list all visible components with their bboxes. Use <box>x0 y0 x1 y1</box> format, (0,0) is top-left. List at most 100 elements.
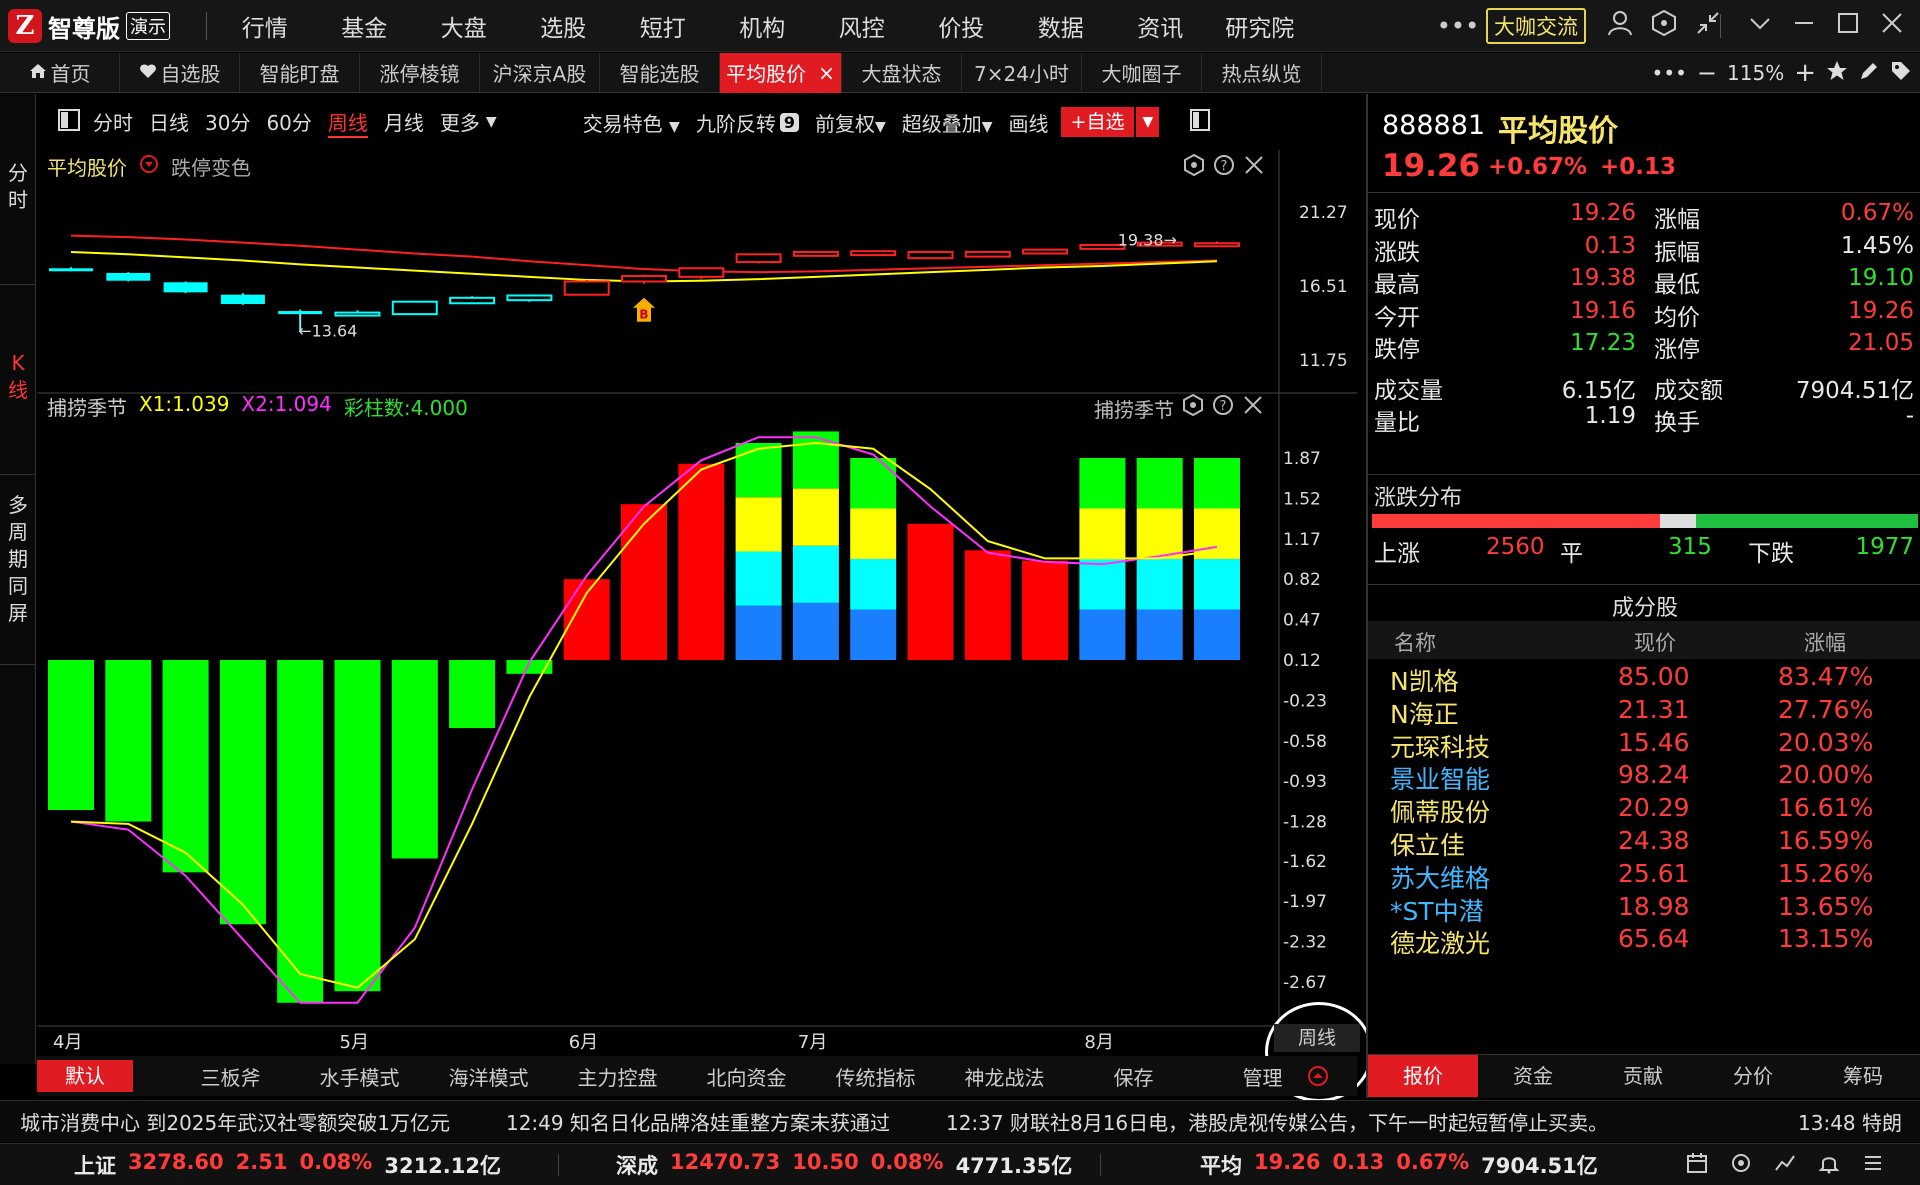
tab-item[interactable]: 自选股 <box>120 52 240 93</box>
nine-reversal-button[interactable]: 九阶反转 9 <box>696 108 799 137</box>
app-logo[interactable]: Z 智尊版 演示 <box>8 8 170 44</box>
menu-icon[interactable] <box>1862 1152 1884 1178</box>
menu-item[interactable]: 研究院 <box>1210 9 1310 43</box>
menu-item[interactable]: 数据 <box>1011 9 1111 43</box>
menu-item[interactable]: 资讯 <box>1111 9 1211 43</box>
period-tab[interactable]: 60分 <box>266 107 311 138</box>
trend-icon[interactable] <box>1774 1152 1796 1178</box>
tab-item[interactable]: 沪深京A股 <box>480 52 600 93</box>
indicator-tab[interactable]: 保存 <box>1069 1062 1198 1091</box>
dropdown-circle-icon[interactable] <box>139 154 159 179</box>
menu-item[interactable]: 短打 <box>613 9 713 43</box>
settings-hex-icon[interactable] <box>1183 153 1205 180</box>
tab-item[interactable]: 7×24小时 <box>962 52 1082 93</box>
edit-icon[interactable] <box>1858 60 1880 87</box>
more-tabs-icon[interactable]: ••• <box>1652 61 1687 85</box>
indicator-tab[interactable]: 神龙战法 <box>940 1062 1069 1091</box>
add-watchlist-dropdown-icon[interactable]: ▼ <box>1136 107 1160 137</box>
main-indicator-name[interactable]: 平均股价 <box>47 152 127 181</box>
maximize-icon[interactable] <box>1826 11 1870 41</box>
distribution-counts: 上涨 2560 平 315 下跌 1977 <box>1374 534 1914 567</box>
star-icon[interactable] <box>1826 60 1848 87</box>
hexagon-icon[interactable] <box>1642 9 1686 42</box>
adjust-dropdown[interactable]: 前复权▼ <box>815 108 886 137</box>
period-tab[interactable]: 更多 <box>440 107 480 138</box>
chart-svg[interactable]: 21.27 16.51 11.75 19.38→ ←13.64 B 1.87 1.52 1.17… <box>37 150 1357 1056</box>
user-icon[interactable] <box>1598 10 1642 42</box>
period-tab[interactable]: 周线 <box>327 107 368 138</box>
tab-item[interactable]: 大咖圈子 <box>1082 52 1202 93</box>
close-panel-icon[interactable] <box>1243 154 1265 180</box>
period-tab[interactable]: 30分 <box>205 107 250 138</box>
tab-item[interactable]: 热点纵览 <box>1202 52 1322 93</box>
indicator-help-icon[interactable]: ? <box>1212 394 1234 423</box>
tab-item[interactable]: 涨停棱镜 <box>360 52 480 93</box>
news-item[interactable]: 12:49 知名日化品牌洛娃重整方案未获通过 <box>506 1107 890 1136</box>
indicator-tab[interactable]: 主力控盘 <box>553 1062 682 1091</box>
zoom-in-button[interactable]: + <box>1794 58 1816 88</box>
period-label[interactable]: 周线 <box>1274 1024 1360 1052</box>
tab-item[interactable]: 平均股价 × <box>720 52 842 93</box>
minimize-icon[interactable] <box>1782 11 1826 41</box>
menu-item[interactable]: 基金 <box>315 9 415 43</box>
calendar-icon[interactable] <box>1686 1152 1708 1178</box>
period-tab[interactable]: 分时 <box>93 107 133 138</box>
kline-toggle[interactable]: K线 <box>0 350 36 404</box>
more-icon[interactable]: ••• <box>1436 12 1480 40</box>
indicator-name[interactable]: 捕捞季节 <box>47 392 127 421</box>
menu-item[interactable]: 大盘 <box>414 9 514 43</box>
close-icon[interactable] <box>1870 11 1914 41</box>
tab-close-icon[interactable]: × <box>818 61 835 85</box>
indicator-settings-icon[interactable] <box>1182 393 1204 423</box>
period-tab[interactable]: 月线 <box>384 107 424 138</box>
collapse-icon[interactable] <box>1307 1065 1329 1091</box>
indicator-tab[interactable]: 三板斧 <box>166 1062 295 1091</box>
tab-item[interactable]: 智能盯盘 <box>240 52 360 93</box>
news-item[interactable]: 城市消费中心 到2025年武汉社零额突破1万亿元 <box>20 1107 450 1136</box>
shrink-icon[interactable] <box>1686 11 1730 41</box>
multi-period-toggle[interactable]: 多周期同屏 <box>0 492 36 627</box>
chevron-down-icon[interactable] <box>1738 11 1782 41</box>
draw-line-button[interactable]: 画线 <box>1009 108 1049 137</box>
indicator-tab[interactable]: 传统指标 <box>811 1062 940 1091</box>
menu-item[interactable]: 风控 <box>812 9 912 43</box>
trade-feature-dropdown[interactable]: 交易特色 ▼ <box>583 108 680 137</box>
tag-icon[interactable] <box>1890 60 1912 87</box>
layout-icon[interactable] <box>1189 108 1211 136</box>
index-item[interactable]: 上证 3278.60 2.51 0.08% 3212.12亿 <box>74 1150 501 1180</box>
zoom-out-button[interactable]: − <box>1697 59 1717 87</box>
right-tab[interactable]: 资金 <box>1478 1055 1588 1097</box>
index-item[interactable]: 平均 19.26 0.13 0.67% 7904.51亿 <box>1200 1150 1598 1180</box>
indicator-tab[interactable]: 海洋模式 <box>424 1062 553 1091</box>
news-item[interactable]: 12:37 财联社8月16日电，港股虎视传媒公告，下午一时起短暂停止买卖。 <box>946 1107 1608 1136</box>
limit-down-color-option[interactable]: 跌停变色 <box>171 152 251 181</box>
right-tab[interactable]: 筹码 <box>1808 1055 1918 1097</box>
fenshi-toggle[interactable]: 分时 <box>0 160 36 214</box>
right-tab[interactable]: 报价 <box>1368 1055 1478 1097</box>
indicator-tab[interactable]: 北向资金 <box>682 1062 811 1091</box>
target-icon[interactable] <box>1730 1152 1752 1178</box>
overlay-dropdown[interactable]: 超级叠加▼ <box>902 108 993 137</box>
right-tab[interactable]: 分价 <box>1698 1055 1808 1097</box>
chart-area[interactable]: 21.27 16.51 11.75 19.38→ ←13.64 B 1.87 1.52 1.17… <box>37 150 1373 1102</box>
help-icon[interactable]: ? <box>1213 154 1235 180</box>
menu-item[interactable]: 行情 <box>215 9 315 43</box>
tab-item[interactable]: 智能选股 <box>600 52 720 93</box>
bell-icon[interactable] <box>1818 1152 1840 1178</box>
panel-toggle-icon[interactable] <box>57 108 81 136</box>
indicator-tab[interactable]: 默认 <box>37 1060 133 1092</box>
component-row[interactable]: 德龙激光 65.64 13.15% <box>1368 924 1920 964</box>
tab-item[interactable]: 大盘状态 <box>842 52 962 93</box>
right-tab[interactable]: 贡献 <box>1588 1055 1698 1097</box>
tab-item[interactable]: 首页 <box>0 52 120 93</box>
menu-item[interactable]: 机构 <box>713 9 813 43</box>
indicator-tab[interactable]: 水手模式 <box>295 1062 424 1091</box>
indicator-close-icon[interactable] <box>1242 394 1264 423</box>
more-dropdown-icon[interactable]: ▼ <box>486 114 497 130</box>
add-watchlist-button[interactable]: +自选 ▼ <box>1060 107 1160 137</box>
menu-item[interactable]: 选股 <box>514 9 614 43</box>
daka-button[interactable]: 大咖交流 <box>1486 8 1586 44</box>
index-item[interactable]: 深成 12470.73 10.50 0.08% 4771.35亿 <box>616 1150 1072 1180</box>
period-tab[interactable]: 日线 <box>149 107 189 138</box>
menu-item[interactable]: 价投 <box>912 9 1012 43</box>
